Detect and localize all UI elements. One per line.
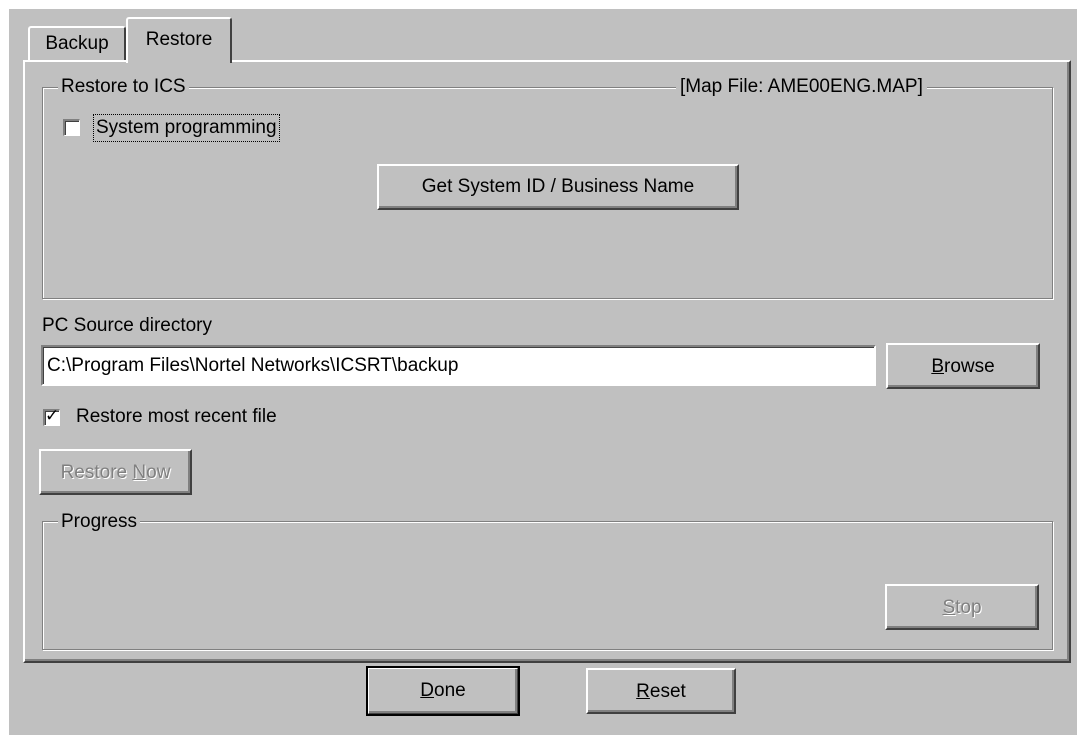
browse-button[interactable]: Browse	[886, 343, 1040, 389]
reset-accel: R	[636, 681, 650, 702]
reset-rest: eset	[649, 681, 686, 702]
stop-accel: S	[942, 597, 956, 618]
system-programming-label[interactable]: System programming	[93, 114, 280, 142]
restore-most-recent-checkbox[interactable]: ✓	[43, 406, 60, 426]
window-left-edge	[0, 0, 9, 735]
progress-legend: Progress	[58, 511, 141, 533]
restore-dialog: Backup Restore Restore to ICS [Map File:…	[0, 0, 1077, 735]
restore-most-recent-label: Restore most recent file	[76, 406, 277, 427]
get-system-id-button-label: Get System ID / Business Name	[421, 176, 695, 197]
get-system-id-button[interactable]: Get System ID / Business Name	[377, 164, 739, 210]
source-directory-label: PC Source directory	[42, 315, 213, 336]
tab-backup-label: Backup	[45, 33, 109, 54]
browse-rest: rowse	[944, 356, 995, 377]
browse-accel: B	[931, 356, 944, 377]
done-button[interactable]: Done	[366, 666, 520, 716]
source-directory-input[interactable]	[41, 345, 876, 386]
restore-now-accel: N	[132, 462, 147, 483]
done-rest: one	[434, 680, 466, 701]
tab-backup[interactable]: Backup	[28, 26, 126, 60]
window-top-edge	[0, 0, 1077, 9]
stop-button[interactable]: Stop	[885, 584, 1039, 630]
checkmark-icon: ✓	[45, 406, 60, 425]
tab-restore-label: Restore	[145, 29, 213, 50]
restore-now-prefix: Restore	[60, 462, 133, 483]
reset-button[interactable]: Reset	[586, 668, 736, 714]
system-programming-checkbox[interactable]	[63, 119, 80, 136]
tab-restore[interactable]: Restore	[126, 17, 232, 63]
restore-now-rest: ow	[146, 462, 171, 483]
stop-rest: top	[955, 597, 982, 618]
restore-now-button[interactable]: Restore Now	[39, 449, 192, 495]
done-accel: D	[420, 680, 435, 701]
map-file-label: [Map File: AME00ENG.MAP]	[676, 76, 927, 98]
restore-to-ics-legend: Restore to ICS	[58, 76, 189, 98]
